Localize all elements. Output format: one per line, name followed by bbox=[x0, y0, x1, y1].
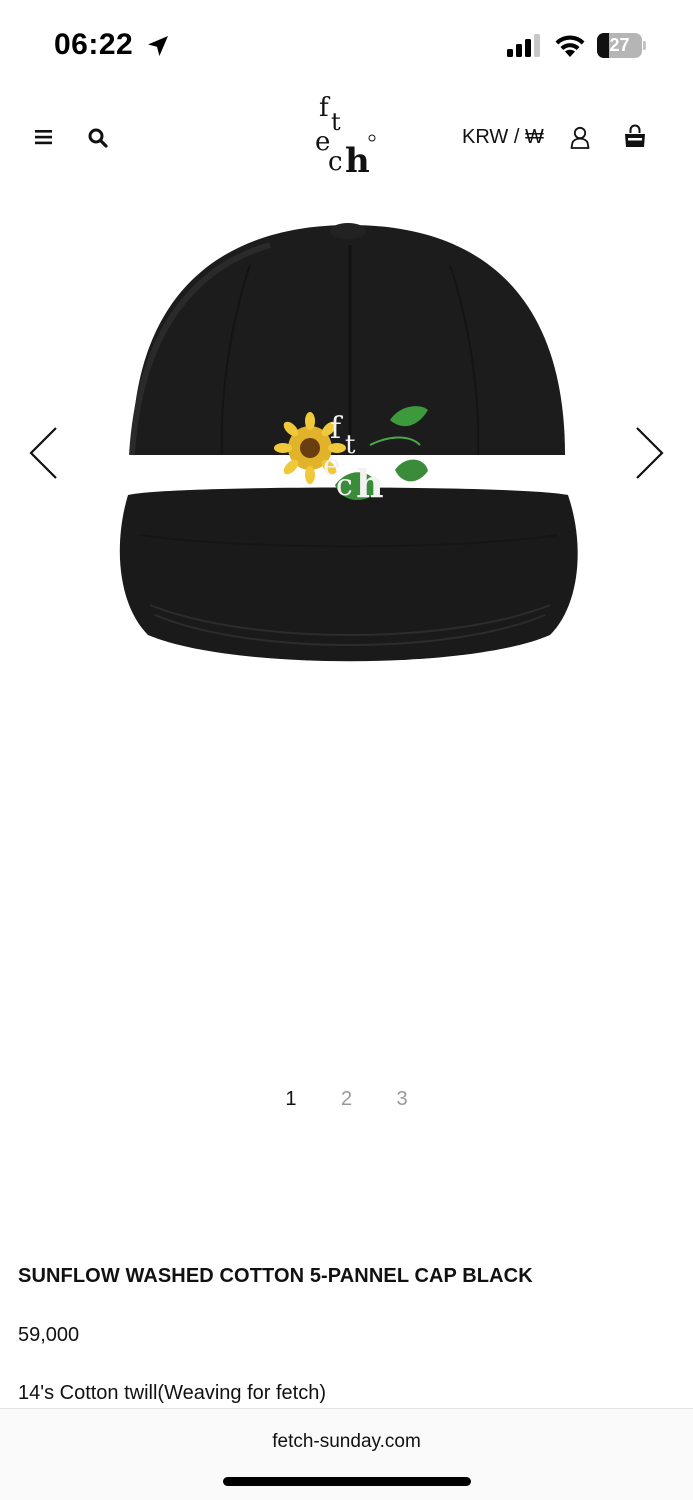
battery-indicator: 27 bbox=[597, 33, 647, 58]
chevron-left-icon[interactable] bbox=[26, 425, 62, 481]
battery-level: 27 bbox=[609, 35, 630, 55]
user-icon[interactable] bbox=[568, 125, 592, 150]
carousel-pagination: 1 2 3 bbox=[0, 1088, 693, 1111]
shopping-bag-icon[interactable] bbox=[622, 123, 648, 149]
svg-text:t: t bbox=[331, 108, 341, 136]
chevron-right-icon[interactable] bbox=[631, 425, 667, 481]
currency-selector[interactable]: KRW / ₩ bbox=[462, 126, 544, 149]
product-price: 59,000 bbox=[18, 1324, 80, 1346]
svg-text:c: c bbox=[336, 468, 353, 503]
status-bar: 06:22 27 bbox=[0, 0, 693, 90]
location-arrow-icon bbox=[148, 36, 168, 56]
product-carousel[interactable]: f t e c h bbox=[0, 195, 693, 1055]
page-indicator-1[interactable]: 1 bbox=[266, 1088, 316, 1111]
page-indicator-3[interactable]: 3 bbox=[377, 1088, 427, 1111]
fetch-logo[interactable]: f t e c h bbox=[308, 92, 384, 178]
svg-text:f: f bbox=[319, 93, 331, 123]
cellular-signal-icon bbox=[507, 34, 540, 57]
menu-icon[interactable] bbox=[34, 128, 54, 146]
svg-text:c: c bbox=[328, 147, 343, 177]
home-indicator[interactable] bbox=[223, 1477, 471, 1486]
status-time: 06:22 bbox=[54, 28, 134, 61]
battery-cap bbox=[643, 41, 646, 50]
svg-text:h: h bbox=[356, 461, 384, 506]
product-description: 14's Cotton twill(Weaving for fetch) bbox=[18, 1382, 327, 1404]
page-indicator-2[interactable]: 2 bbox=[322, 1088, 372, 1111]
product-title: SUNFLOW WASHED COTTON 5-PANNEL CAP BLACK bbox=[18, 1265, 533, 1287]
browser-address-bar: fetch-sunday.com bbox=[0, 1408, 693, 1500]
search-icon[interactable] bbox=[87, 127, 109, 149]
product-image-black-cap: f t e c h bbox=[119, 223, 578, 662]
svg-text:f: f bbox=[330, 411, 343, 446]
site-header: f t e c h KRW / ₩ bbox=[0, 90, 693, 190]
battery-body: 27 bbox=[597, 33, 642, 58]
svg-text:h: h bbox=[345, 141, 370, 178]
svg-text:t: t bbox=[345, 430, 356, 460]
wifi-icon bbox=[555, 35, 585, 57]
url-display[interactable]: fetch-sunday.com bbox=[0, 1431, 693, 1453]
